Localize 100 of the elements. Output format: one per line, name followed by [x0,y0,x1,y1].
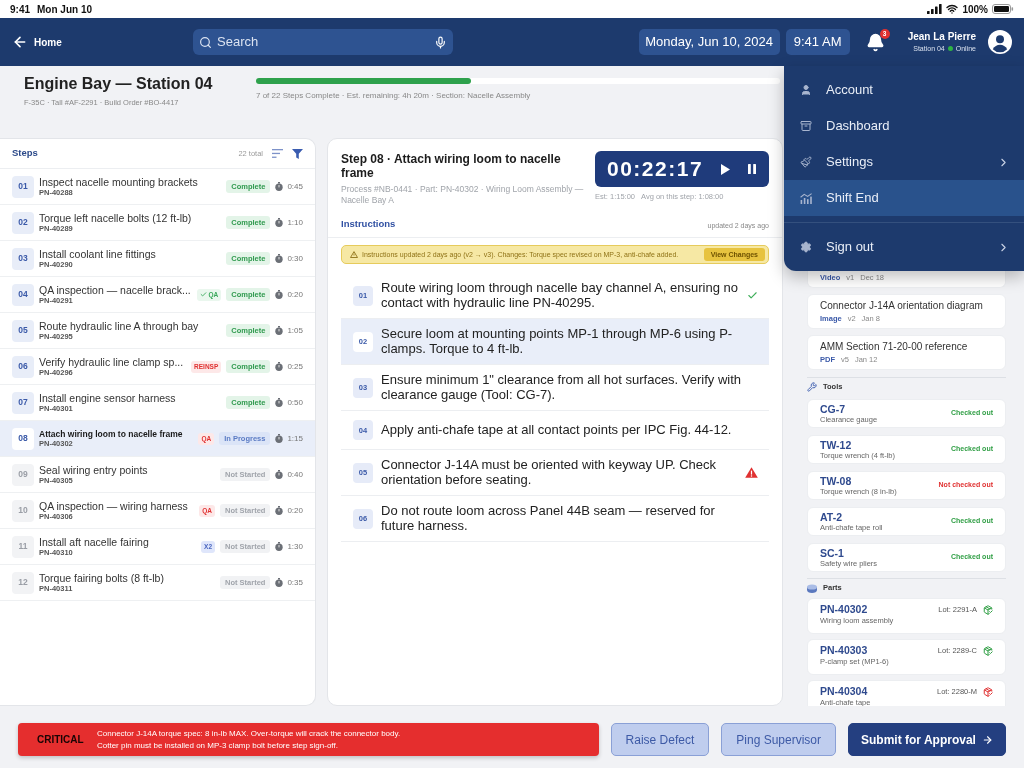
elapsed-time: 00:22:17 [607,156,704,183]
stopwatch-icon [275,434,284,443]
step-title: Torque fairing bolts (8 ft-lb) [39,572,164,583]
status-time: 9:41 [10,2,30,17]
sort-icon[interactable] [272,149,283,158]
cylinder-icon [807,583,817,593]
instruction-text: Ensure minimum 1" clearance from all hot surfaces. Verify with clearance gauge (Tool: CG-7). [381,373,743,403]
battery-percent: 100% [962,2,988,17]
action-button[interactable]: Raise Defect [610,723,710,756]
step-number: 02 [12,211,34,234]
step-number: 07 [12,391,34,414]
step-number: 01 [12,175,34,198]
step-duration: 0:45 [287,180,303,193]
document-title: AMM Section 71-20-00 reference [820,341,969,353]
step-title: QA inspection — nacelle brack... [39,284,191,295]
step-duration: 0:40 [287,468,303,481]
warning-icon [350,251,358,259]
alert-message: Cotter pin must be installed on MP-3 clamp bolt before step sign-off. [97,739,339,751]
panel-title: Steps [12,146,38,161]
part-code: PN-40303 [820,645,869,656]
step-heading: Step 08 · Attach wiring loom to nacelle frame [341,151,562,180]
stopwatch-icon [275,290,284,299]
stopwatch-icon [275,326,284,335]
step-title: QA inspection — wiring harness [39,500,188,511]
step-title: Route hydraulic line A through bay [39,320,199,331]
filter-icon[interactable] [292,148,303,159]
instruction-text: Connector J-14A must be oriented with keyway UP. Check orientation before seating. [381,458,718,488]
part-code: PN-40302 [820,604,869,615]
step-duration: 1:05 [287,324,303,337]
document-title: Connector J-14A orientation diagram [820,300,984,312]
step-duration: 0:50 [287,396,303,409]
step-number: 03 [12,247,34,270]
part-code: PN-40304 [820,686,869,697]
stopwatch-icon [275,254,284,263]
step-title: Verify hydraulic line clamp sp... [39,356,184,367]
step-duration: 0:35 [287,576,303,589]
paintbrush-icon [800,156,812,168]
step-title: Install coolant line fittings [39,248,156,259]
search-icon [199,35,212,49]
menu-item[interactable]: Sign out [784,229,1024,265]
step-meta: Process #NB-0441 · Part: PN-40302 · Wiring Loom Assembly — Nacelle Bay A [341,184,585,205]
step-duration: 0:25 [287,360,303,373]
step-title: Install aft nacelle fairing [39,536,149,547]
wifi-icon [946,3,959,15]
bell-icon[interactable] [866,32,886,52]
tool-code: TW-12 [820,439,853,450]
chart-icon [800,192,812,204]
home-button[interactable]: Home [12,34,62,50]
status-date: Mon Jun 10 [37,2,93,17]
stopwatch-icon [275,182,284,191]
check-icon [199,291,207,298]
tool-code: CG-7 [820,403,847,414]
stopwatch-icon [275,218,284,227]
step-title: Install engine sensor harness [39,392,176,403]
menu-item[interactable]: Account [784,72,1024,108]
alert-label: CRITICAL [37,733,85,747]
search-field[interactable]: Search [193,29,453,55]
search-input[interactable]: Search [217,32,429,52]
alert-message: Connector J-14A torque spec: 8 in-lb MAX. Over-torque will crack the connector body. [97,728,401,740]
avatar-icon[interactable] [988,30,1012,54]
step-number: 11 [12,535,34,558]
step-number: 09 [12,463,34,486]
tool-code: AT-2 [820,511,843,522]
stopwatch-icon [275,398,284,407]
menu-item[interactable]: Shift End [784,180,1024,216]
stopwatch-icon [275,470,284,479]
gear-icon [800,241,812,253]
archive-icon [800,120,812,132]
step-title: Attach wiring loom to nacelle frame [39,429,183,438]
menu-item[interactable]: Dashboard [784,108,1024,144]
step-duration: 1:10 [287,216,303,229]
tool-code: SC-1 [820,547,845,558]
arrow-right-icon [981,733,993,746]
instruction-text: Apply anti-chafe tape at all contact points per IPC Fig. 44-12. [381,423,733,438]
stopwatch-icon [275,578,284,587]
instruction-text: Do not route loom across Panel 44B seam — reserved for future harness. [381,504,716,534]
section-title: Instructions [341,217,396,231]
time-display: 9:41 AM [785,29,850,55]
progress-summary: 7 of 22 Steps Complete · Est. remaining: 4h 20m · Section: Nacelle Assembly [256,90,531,102]
stopwatch-icon [275,506,284,515]
action-button[interactable]: Ping Supervisor [721,723,836,756]
tool-code: TW-08 [820,475,853,486]
step-number: 12 [12,571,34,594]
date-display: Monday, Jun 10, 2024 [638,29,780,55]
submit-button[interactable]: Submit for Approval [848,723,1006,756]
step-number: 08 [12,427,34,450]
user-name: Jean La Pierre [907,32,976,42]
microphone-icon[interactable] [434,35,447,49]
step-number: 10 [12,499,34,522]
user-icon [800,84,812,96]
stopwatch-icon [275,362,284,371]
stopwatch-icon [275,542,284,551]
step-number: 04 [12,283,34,306]
instruction-text: Secure loom at mounting points MP-1 through MP-6 using P-clamps. Torque to 4 ft-lb. [381,327,734,357]
menu-item[interactable]: Settings [784,144,1024,180]
wrench-icon [807,382,817,392]
pause-icon[interactable] [748,164,756,174]
step-duration: 1:15 [287,432,303,445]
page-title: Engine Bay — Station 04 [24,74,213,94]
play-icon[interactable] [721,163,730,175]
